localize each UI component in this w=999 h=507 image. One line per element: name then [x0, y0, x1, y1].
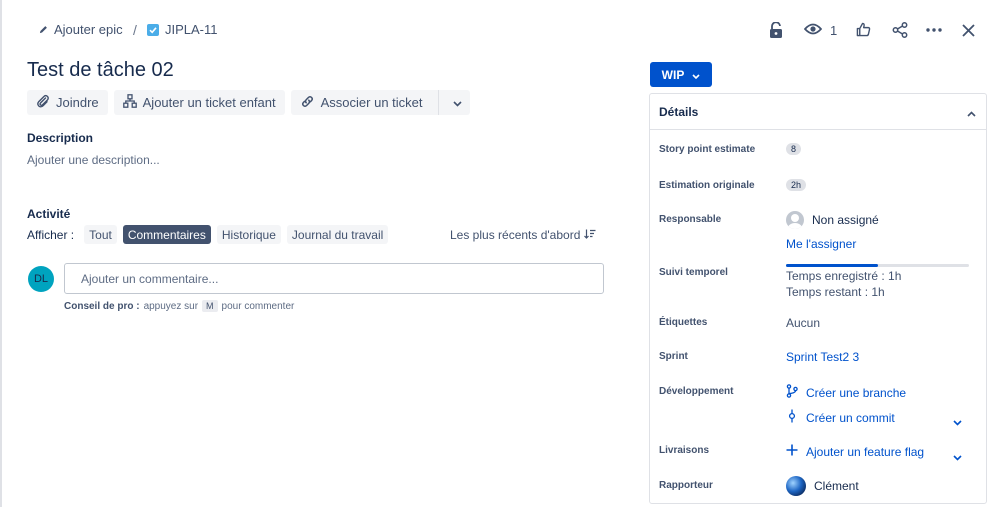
reporter-avatar [786, 476, 806, 496]
assignee-field[interactable]: Non assigné [786, 211, 879, 229]
status-label: WIP [661, 67, 685, 82]
button-divider [437, 90, 439, 115]
time-tracking-progress-fill [786, 264, 878, 267]
share-icon[interactable] [892, 22, 908, 38]
time-logged: Temps enregistré : 1h [786, 269, 902, 283]
story-points-label: Story point estimate [659, 144, 756, 155]
original-estimate-badge: 2h [786, 179, 807, 191]
avatar: DL [28, 266, 54, 292]
reporter-value: Clément [814, 479, 859, 493]
eye-icon [803, 22, 823, 39]
add-child-issue-button[interactable]: Ajouter un ticket enfant [113, 90, 285, 115]
time-tracking-progress[interactable] [786, 264, 969, 267]
activity-filters: Afficher : Tout Commentaires Historique … [27, 225, 389, 244]
filter-all[interactable]: Tout [84, 225, 117, 244]
assignee-label: Responsable [659, 214, 722, 225]
comment-input[interactable]: Ajouter un commentaire... [64, 263, 604, 294]
releases-label: Livraisons [659, 445, 710, 456]
assignee-value: Non assigné [812, 213, 879, 227]
labels-value[interactable]: Aucun [786, 316, 820, 330]
more-icon[interactable] [926, 28, 942, 32]
add-feature-flag-label: Ajouter un feature flag [806, 444, 925, 459]
chevron-down-icon[interactable] [953, 448, 962, 464]
hierarchy-icon [122, 94, 137, 111]
tip-suffix: pour commenter [221, 300, 295, 312]
breadcrumb-separator: / [133, 22, 137, 38]
reporter-label: Rapporteur [659, 480, 713, 491]
original-estimate-label: Estimation originale [659, 180, 755, 191]
filter-history[interactable]: Historique [216, 225, 281, 244]
sort-toggle[interactable]: Les plus récents d'abord [450, 228, 596, 242]
thumbs-up-icon[interactable] [856, 22, 871, 37]
activity-heading: Activité [27, 207, 71, 221]
sort-icon [584, 228, 596, 242]
story-points-field[interactable]: 8 [786, 143, 802, 155]
lock-icon[interactable] [769, 22, 783, 38]
link-issue-label: Associer un ticket [320, 95, 423, 110]
sprint-link[interactable]: Sprint Test2 3 [786, 350, 859, 364]
time-remaining: Temps restant : 1h [786, 285, 885, 299]
create-branch-button[interactable]: Créer une branche [786, 384, 906, 401]
labels-label: Étiquettes [659, 317, 708, 328]
story-points-badge: 8 [786, 143, 802, 155]
reporter-field[interactable]: Clément [786, 476, 859, 496]
chevron-down-icon [692, 68, 700, 82]
sprint-label: Sprint [659, 351, 688, 362]
link-issue-group: Associer un ticket [290, 90, 470, 115]
description-input[interactable]: Ajouter une description... [27, 153, 160, 167]
description-heading: Description [27, 131, 94, 145]
commit-icon [786, 409, 798, 426]
create-branch-label: Créer une branche [806, 385, 907, 400]
add-feature-flag-button[interactable]: Ajouter un feature flag [786, 444, 924, 459]
chevron-down-icon[interactable] [953, 413, 962, 429]
create-commit-button[interactable]: Créer un commit [786, 409, 895, 426]
status-dropdown[interactable]: WIP [650, 62, 712, 87]
original-estimate-field[interactable]: 2h [786, 179, 807, 191]
add-epic-label: Ajouter epic [54, 22, 123, 37]
more-actions-dropdown[interactable] [445, 90, 470, 115]
watch-button[interactable]: 1 [803, 22, 838, 39]
shortcut-key: M [202, 300, 218, 312]
unassigned-avatar-icon [786, 211, 804, 229]
watchers-count: 1 [830, 23, 838, 38]
link-icon [300, 94, 315, 112]
close-icon[interactable] [962, 24, 975, 37]
sort-label: Les plus récents d'abord [450, 228, 581, 242]
time-tracking-label: Suivi temporel [659, 267, 728, 278]
chevron-down-icon [452, 95, 462, 110]
issue-key-link[interactable]: JIPLA-11 [147, 22, 218, 37]
issue-title[interactable]: Test de tâche 02 [27, 59, 174, 82]
tip-text: appuyez sur [143, 300, 199, 312]
attach-button[interactable]: Joindre [27, 90, 108, 115]
pro-tip: Conseil de pro : appuyez sur M pour comm… [64, 300, 294, 312]
pencil-icon [39, 25, 48, 34]
filter-comments[interactable]: Commentaires [122, 225, 211, 244]
details-title: Détails [659, 104, 699, 119]
assign-to-me-link[interactable]: Me l'assigner [786, 237, 856, 251]
tip-prefix: Conseil de pro : [64, 300, 140, 312]
issue-actions: Joindre Ajouter un ticket enfant Associe… [27, 90, 470, 115]
details-header[interactable]: Détails [650, 94, 986, 130]
development-label: Développement [659, 386, 734, 397]
attach-label: Joindre [56, 95, 99, 110]
issue-key-label: JIPLA-11 [165, 22, 218, 37]
show-label: Afficher : [27, 227, 75, 242]
branch-icon [786, 384, 798, 401]
task-checkbox-icon [147, 23, 159, 36]
create-commit-label: Créer un commit [806, 410, 895, 425]
window-edge [0, 0, 2, 507]
add-epic-link[interactable]: Ajouter epic [39, 22, 123, 37]
paperclip-icon [36, 94, 50, 111]
link-issue-button[interactable]: Associer un ticket [291, 90, 432, 115]
add-child-label: Ajouter un ticket enfant [142, 95, 276, 110]
filter-work-log[interactable]: Journal du travail [286, 225, 389, 244]
chevron-up-icon [967, 104, 976, 120]
plus-icon [786, 444, 798, 459]
